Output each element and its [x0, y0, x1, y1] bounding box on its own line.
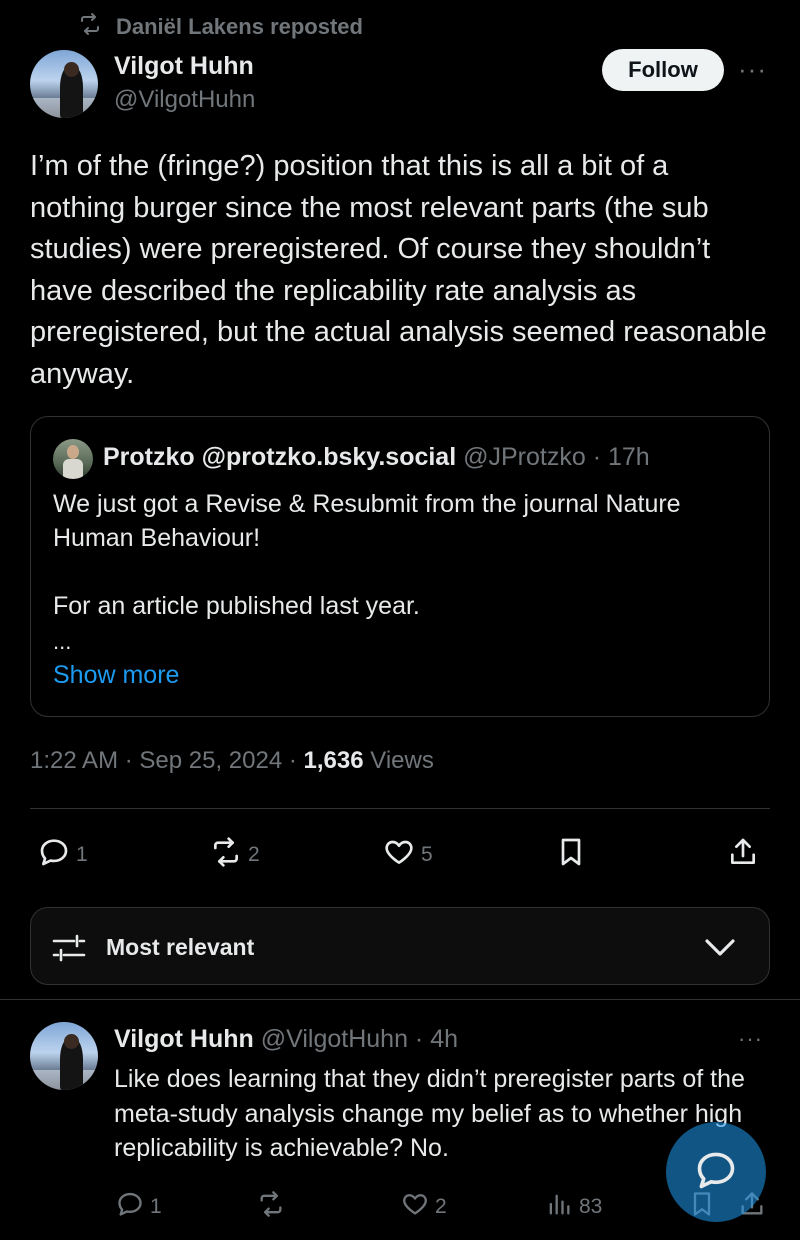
- quote-header: Protzko @protzko.bsky.social @JProtzko ·…: [103, 443, 650, 472]
- section-divider: [0, 999, 800, 1000]
- views-count: 1,636: [303, 747, 364, 774]
- sort-label: Most relevant: [106, 934, 255, 960]
- repost-icon: [257, 1190, 285, 1224]
- quote-ellipsis: ...: [53, 629, 72, 654]
- reply-sort-selector[interactable]: Most relevant: [30, 907, 770, 985]
- reply-handle-time[interactable]: @VilgotHuhn · 4h: [254, 1025, 458, 1053]
- quote-author-name: Protzko @protzko.bsky.social: [103, 443, 457, 471]
- reply-icon: [116, 1190, 144, 1224]
- reply-views-count: 83: [579, 1195, 603, 1218]
- chevron-down-icon: [703, 932, 737, 962]
- author-name[interactable]: Vilgot Huhn: [114, 52, 254, 81]
- bookmark-button[interactable]: [555, 836, 587, 874]
- reply-count: 1: [76, 843, 88, 866]
- heart-icon: [401, 1190, 429, 1224]
- repost-icon: [78, 12, 102, 42]
- repost-indicator[interactable]: Daniël Lakens reposted: [78, 12, 363, 42]
- like-button[interactable]: 5: [383, 836, 433, 874]
- tweet-meta: 1:22 AM · Sep 25, 2024 · 1,636 Views: [30, 747, 434, 775]
- tweet-time[interactable]: 1:22 AM · Sep 25, 2024 ·: [30, 747, 304, 774]
- reply-icon: [38, 836, 70, 874]
- speech-bubble-icon: [694, 1148, 738, 1197]
- divider: [30, 808, 770, 809]
- bookmark-icon: [555, 836, 587, 874]
- share-icon: [727, 836, 759, 874]
- quote-handle-time: @JProtzko · 17h: [456, 443, 650, 471]
- reply-reply-count: 1: [150, 1195, 162, 1218]
- repost-label: Daniël Lakens reposted: [116, 14, 363, 39]
- reply-header: Vilgot Huhn @VilgotHuhn · 4h: [114, 1025, 458, 1054]
- like-count: 5: [421, 843, 433, 866]
- share-button[interactable]: [727, 836, 759, 874]
- show-more-link[interactable]: Show more: [53, 661, 179, 690]
- reply-author-avatar[interactable]: [30, 1022, 98, 1090]
- reply-repost-button[interactable]: [257, 1190, 285, 1224]
- reply-author-name[interactable]: Vilgot Huhn: [114, 1025, 254, 1053]
- reply-like-count: 2: [435, 1195, 447, 1218]
- reply-reply-button[interactable]: 1: [116, 1190, 162, 1224]
- compose-reply-button[interactable]: [666, 1122, 766, 1222]
- repost-button[interactable]: 2: [210, 836, 260, 874]
- quoted-post[interactable]: Protzko @protzko.bsky.social @JProtzko ·…: [30, 416, 770, 717]
- quote-text-line1: We just got a Revise & Resubmit from the…: [53, 490, 681, 552]
- heart-icon: [383, 836, 415, 874]
- repost-icon: [210, 836, 242, 874]
- reply-more-options-icon[interactable]: ···: [738, 1026, 763, 1052]
- sliders-icon: [51, 930, 87, 966]
- views-label: Views: [363, 747, 434, 774]
- repost-count: 2: [248, 843, 260, 866]
- author-avatar[interactable]: [30, 50, 98, 118]
- more-options-icon[interactable]: ···: [738, 54, 767, 85]
- quote-avatar: [53, 439, 93, 479]
- reply-views-button[interactable]: 83: [545, 1190, 602, 1224]
- quote-text-line2: For an article published last year.: [53, 592, 420, 620]
- author-handle[interactable]: @VilgotHuhn: [114, 86, 255, 114]
- quote-text: We just got a Revise & Resubmit from the…: [53, 487, 753, 623]
- reply-like-button[interactable]: 2: [401, 1190, 447, 1224]
- follow-button[interactable]: Follow: [602, 49, 724, 91]
- bar-chart-icon: [545, 1190, 573, 1224]
- reply-button[interactable]: 1: [38, 836, 88, 874]
- tweet-text: I’m of the (fringe?) position that this …: [30, 150, 767, 390]
